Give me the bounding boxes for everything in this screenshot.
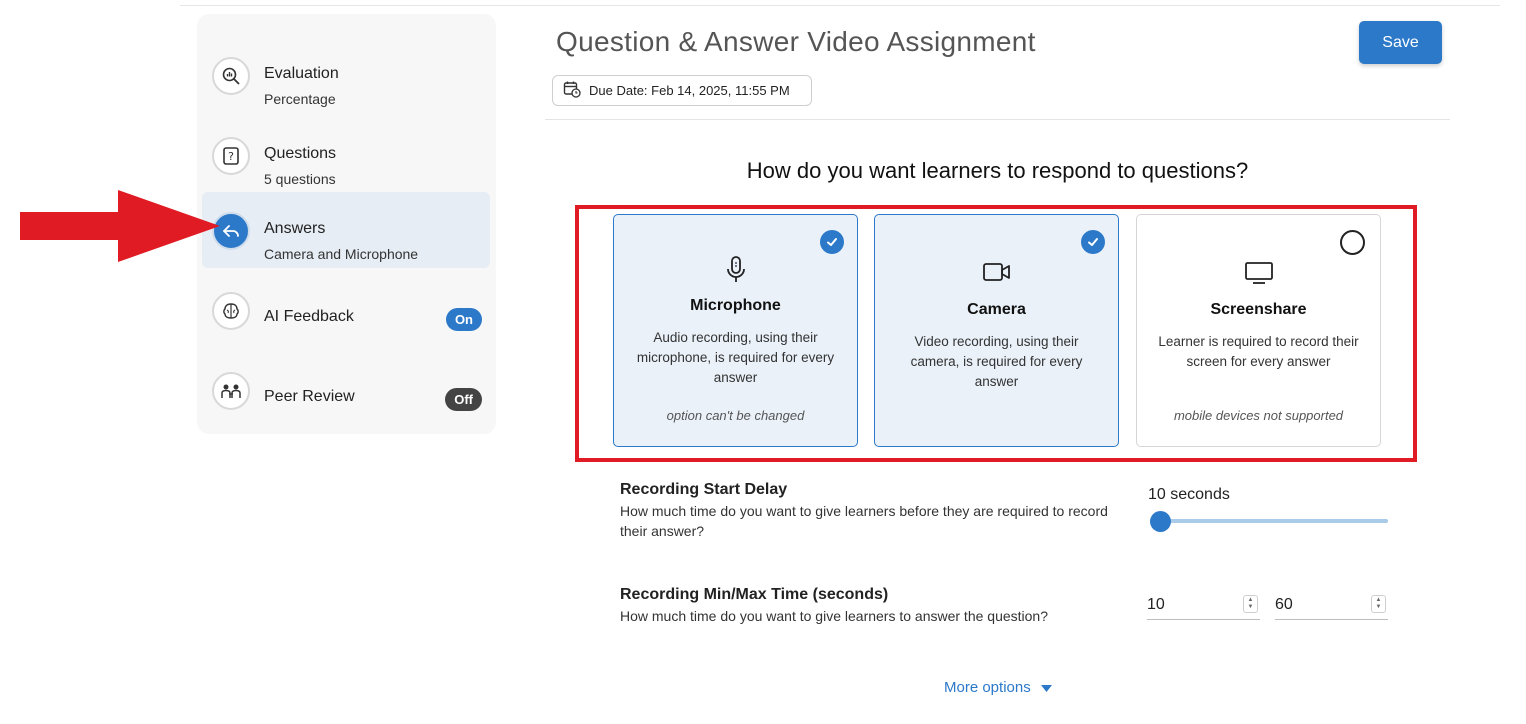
check-icon (820, 230, 844, 254)
svg-text:?: ? (228, 150, 234, 163)
card-description: Learner is required to record their scre… (1158, 334, 1359, 369)
sidebar-item-subtitle: 5 questions (264, 171, 336, 187)
card-title: Screenshare (1210, 301, 1307, 318)
annotation-arrow-icon (20, 190, 220, 262)
sidebar-item-peer-review[interactable]: Peer Review Off (202, 352, 490, 428)
card-note: option can't be changed (666, 408, 805, 423)
more-options-label: More options (944, 679, 1031, 696)
sidebar-item-title: Peer Review (264, 388, 355, 405)
caret-down-icon (1040, 679, 1052, 696)
sidebar-item-title: Answers (264, 220, 326, 237)
due-date-text: Due Date: Feb 14, 2025, 11:55 PM (589, 83, 790, 98)
page-title: Question & Answer Video Assignment (556, 26, 1036, 57)
min-time-field[interactable]: ▲▼ (1147, 592, 1260, 620)
due-date-chip[interactable]: Due Date: Feb 14, 2025, 11:55 PM (552, 75, 812, 106)
min-max-description: How much time do you want to give learne… (620, 608, 1049, 624)
people-icon (212, 372, 250, 410)
min-max-title: Recording Min/Max Time (seconds) (620, 586, 889, 603)
question-box-icon: ? (212, 137, 250, 175)
top-divider (180, 5, 1500, 6)
card-title: Camera (967, 301, 1026, 318)
sidebar-item-answers[interactable]: Answers Camera and Microphone (202, 192, 490, 268)
sidebar-item-questions[interactable]: ? Questions 5 questions (202, 117, 490, 193)
calendar-clock-icon (563, 80, 581, 101)
response-question-heading: How do you want learners to respond to q… (746, 158, 1249, 183)
header-divider (545, 119, 1450, 120)
card-title: Microphone (690, 297, 781, 314)
microphone-icon (614, 255, 857, 285)
check-icon (1081, 230, 1105, 254)
magnifier-chart-icon (212, 57, 250, 95)
start-delay-slider-thumb[interactable] (1150, 511, 1171, 532)
sidebar-item-evaluation[interactable]: Evaluation Percentage (202, 37, 490, 113)
screenshare-option-card[interactable]: Screenshare Learner is required to recor… (1136, 214, 1381, 447)
microphone-option-card[interactable]: Microphone Audio recording, using their … (613, 214, 858, 447)
brain-icon (212, 292, 250, 330)
sidebar-item-title: Questions (264, 145, 337, 162)
card-note: mobile devices not supported (1173, 408, 1344, 423)
monitor-icon (1137, 261, 1380, 285)
camera-icon (875, 261, 1118, 283)
sidebar-item-subtitle: Camera and Microphone (264, 246, 419, 262)
more-options-toggle[interactable]: More options (944, 679, 1052, 696)
peer-review-status-badge[interactable]: Off (445, 388, 482, 411)
start-delay-slider-track[interactable] (1150, 519, 1388, 523)
max-time-input[interactable] (1275, 592, 1360, 618)
max-time-field[interactable]: ▲▼ (1275, 592, 1388, 620)
card-description: Video recording, using their camera, is … (910, 334, 1083, 389)
min-time-input[interactable] (1147, 592, 1232, 618)
sidebar-item-subtitle: Percentage (264, 91, 336, 107)
camera-option-card[interactable]: Camera Video recording, using their came… (874, 214, 1119, 447)
ai-feedback-status-badge[interactable]: On (445, 308, 482, 331)
start-delay-title: Recording Start Delay (620, 481, 788, 498)
sidebar-item-title: AI Feedback (264, 308, 354, 325)
min-time-stepper[interactable]: ▲ ▼ (1243, 595, 1258, 613)
sidebar-item-ai-feedback[interactable]: AI Feedback On (202, 272, 490, 348)
max-time-stepper[interactable]: ▲ ▼ (1371, 595, 1386, 613)
start-delay-value: 10 seconds (1148, 486, 1230, 503)
save-button[interactable]: Save (1359, 21, 1442, 64)
card-description: Audio recording, using their microphone,… (636, 330, 835, 385)
start-delay-description: How much time do you want to give learne… (620, 503, 1108, 539)
unchecked-radio-icon[interactable] (1340, 230, 1365, 255)
sidebar-item-title: Evaluation (264, 65, 339, 82)
settings-sidebar: Evaluation Percentage ? Questions 5 ques… (197, 14, 496, 434)
